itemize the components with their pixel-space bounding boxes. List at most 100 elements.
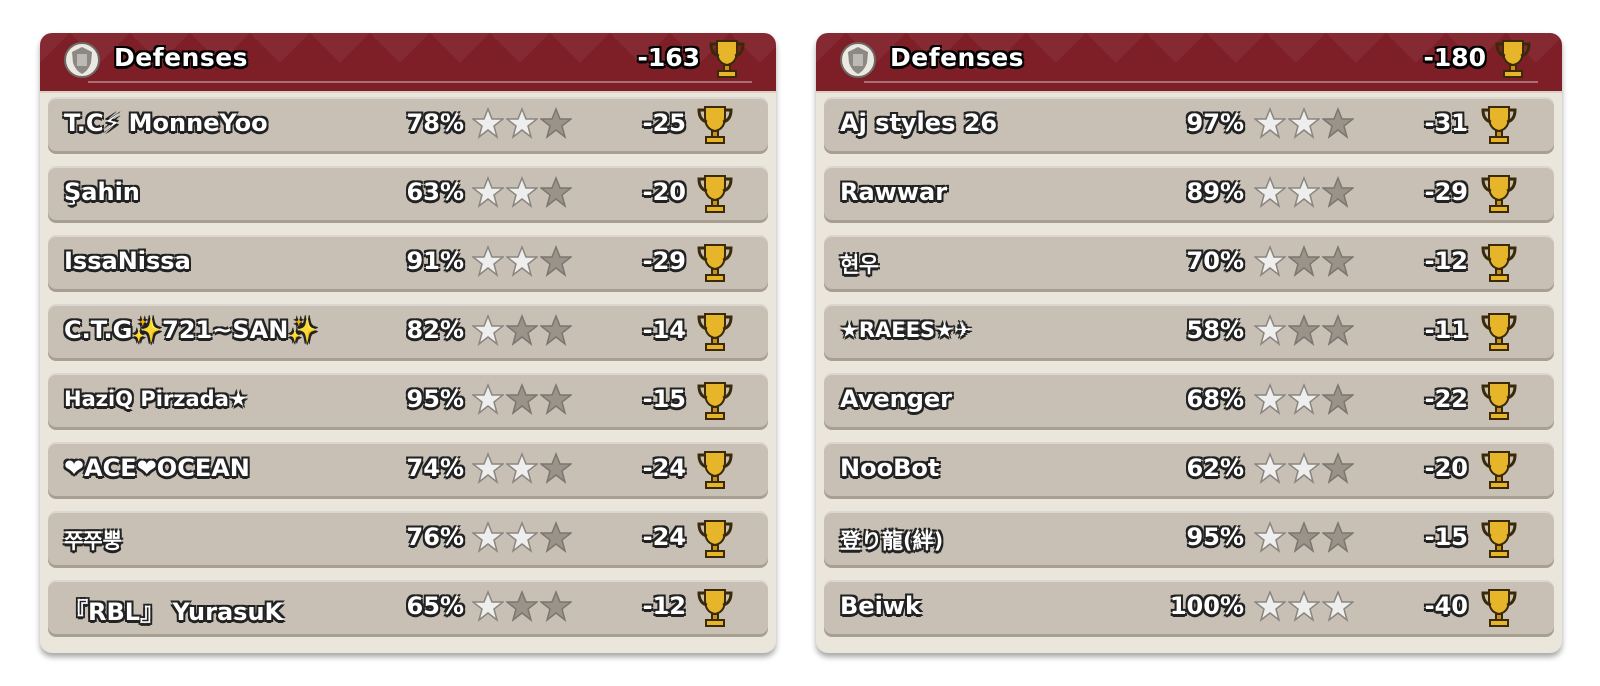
defense-row[interactable]: IssaNissa 91% -29 — [48, 235, 768, 289]
defense-row[interactable]: Beiwk 100% -40 — [824, 580, 1554, 634]
trophy-change: -29 — [642, 247, 686, 275]
trophy-icon — [697, 175, 733, 213]
defense-row[interactable]: Aj styles 26 97% -31 — [824, 97, 1554, 151]
star-earned-icon — [1254, 314, 1286, 346]
star-rating — [1254, 590, 1354, 624]
defense-row[interactable]: ★RAEES★✈ 58% -11 — [824, 304, 1554, 358]
defense-row[interactable]: Şahin 63% -20 — [48, 166, 768, 220]
star-earned-icon — [506, 176, 538, 208]
star-earned-icon — [1254, 452, 1286, 484]
attacker-name: IssaNissa — [64, 247, 191, 275]
star-earned-icon — [1288, 107, 1320, 139]
trophy-change: -11 — [1424, 316, 1468, 344]
destruction-percent: 89% — [1186, 178, 1244, 206]
star-empty-icon — [1322, 521, 1354, 553]
trophy-icon — [697, 106, 733, 144]
destruction-percent: 63% — [406, 178, 464, 206]
star-earned-icon — [1288, 176, 1320, 208]
trophy-icon — [697, 244, 733, 282]
trophy-change: -14 — [642, 316, 686, 344]
destruction-percent: 70% — [1186, 247, 1244, 275]
star-earned-icon — [1288, 590, 1320, 622]
trophy-icon — [1481, 106, 1517, 144]
trophy-change: -40 — [1424, 592, 1468, 620]
star-empty-icon — [540, 521, 572, 553]
defense-row[interactable]: HaziQ Pirzada★ 95% -15 — [48, 373, 768, 427]
star-earned-icon — [506, 521, 538, 553]
trophy-change: -31 — [1424, 109, 1468, 137]
defense-row[interactable]: Avenger 68% -22 — [824, 373, 1554, 427]
destruction-percent: 100% — [1169, 592, 1244, 620]
defense-row[interactable]: NooBot 62% -20 — [824, 442, 1554, 496]
star-rating — [472, 452, 572, 486]
star-earned-icon — [472, 314, 504, 346]
star-empty-icon — [1322, 245, 1354, 277]
star-rating — [1254, 107, 1354, 141]
star-earned-icon — [472, 107, 504, 139]
star-earned-icon — [1254, 245, 1286, 277]
defense-list: Aj styles 26 97% -31 Rawwar 89% -29 현우 70% -12… — [824, 97, 1554, 649]
star-rating — [1254, 383, 1354, 417]
star-rating — [1254, 245, 1354, 279]
attacker-name: Aj styles 26 — [840, 109, 998, 137]
star-rating — [1254, 521, 1354, 555]
attacker-name: 登り龍(絆) — [840, 529, 944, 553]
trophy-icon — [1481, 244, 1517, 282]
attacker-name: 현우 — [840, 253, 879, 277]
attacker-name: Şahin — [64, 178, 140, 206]
star-rating — [1254, 314, 1354, 348]
star-rating — [472, 176, 572, 210]
star-rating — [1254, 452, 1354, 486]
star-rating — [472, 107, 572, 141]
defense-row[interactable]: C.T.G✨721~SAN✨ 82% -14 — [48, 304, 768, 358]
star-earned-icon — [1254, 590, 1286, 622]
defense-row[interactable]: 쭈쭈뿡 76% -24 — [48, 511, 768, 565]
defense-row[interactable]: 현우 70% -12 — [824, 235, 1554, 289]
panel-header: Defenses -163 — [40, 33, 776, 93]
star-empty-icon — [1322, 176, 1354, 208]
star-empty-icon — [506, 383, 538, 415]
destruction-percent: 65% — [406, 592, 464, 620]
defense-row[interactable]: T.C⚡ MonneYoo 78% -25 — [48, 97, 768, 151]
defense-list: T.C⚡ MonneYoo 78% -25 Şahin 63% -20 IssaNiss… — [48, 97, 768, 649]
star-empty-icon — [1288, 314, 1320, 346]
star-empty-icon — [540, 245, 572, 277]
trophy-change: -15 — [642, 385, 686, 413]
destruction-percent: 97% — [1186, 109, 1244, 137]
star-earned-icon — [1288, 383, 1320, 415]
trophy-icon — [697, 382, 733, 420]
star-empty-icon — [1322, 107, 1354, 139]
trophy-icon — [697, 451, 733, 489]
star-empty-icon — [1288, 245, 1320, 277]
panel-total-trophies: -180 — [1423, 43, 1486, 72]
star-empty-icon — [1322, 383, 1354, 415]
trophy-icon — [697, 313, 733, 351]
defense-row[interactable]: Rawwar 89% -29 — [824, 166, 1554, 220]
attacker-name: T.C⚡ MonneYoo — [64, 109, 268, 137]
attacker-name: ❤ACE❤OCEAN — [64, 454, 250, 482]
trophy-icon — [1481, 175, 1517, 213]
defense-row[interactable]: 『RBL』 YurasuK 65% -12 — [48, 580, 768, 634]
defense-row[interactable]: ❤ACE❤OCEAN 74% -24 — [48, 442, 768, 496]
star-empty-icon — [540, 314, 572, 346]
trophy-change: -25 — [642, 109, 686, 137]
star-earned-icon — [506, 245, 538, 277]
star-empty-icon — [540, 176, 572, 208]
trophy-change: -15 — [1424, 523, 1468, 551]
destruction-percent: 68% — [1186, 385, 1244, 413]
trophy-icon — [709, 40, 745, 78]
attacker-name: Rawwar — [840, 178, 948, 206]
defenses-panel-left: Defenses -163 T.C⚡ MonneYoo 78% -25 Şahin 6… — [40, 33, 776, 653]
attacker-name: Beiwk — [840, 592, 921, 620]
star-earned-icon — [1322, 590, 1354, 622]
trophy-change: -20 — [642, 178, 686, 206]
star-earned-icon — [506, 452, 538, 484]
star-earned-icon — [1254, 107, 1286, 139]
star-empty-icon — [540, 590, 572, 622]
panel-title: Defenses — [114, 43, 249, 72]
panel-header: Defenses -180 — [816, 33, 1562, 93]
attacker-name: 『RBL』 YurasuK — [64, 598, 284, 626]
star-earned-icon — [472, 521, 504, 553]
defense-row[interactable]: 登り龍(絆) 95% -15 — [824, 511, 1554, 565]
attacker-name: NooBot — [840, 454, 940, 482]
